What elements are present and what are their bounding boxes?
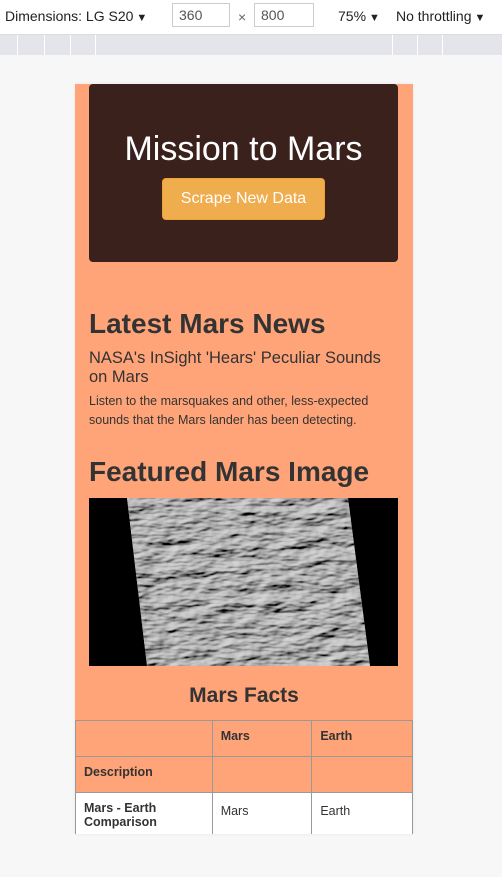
zoom-label: 75% xyxy=(338,8,367,24)
media-query-ruler[interactable] xyxy=(0,35,502,55)
ruler-segment[interactable] xyxy=(95,35,96,55)
table-cell xyxy=(311,756,413,793)
device-viewport: Mission to Mars Scrape New Data Latest M… xyxy=(75,84,413,834)
table-row-header: Description xyxy=(75,756,213,793)
throttle-label: No throttling xyxy=(396,8,472,24)
table-cell: Mars xyxy=(211,792,313,834)
throttle-dropdown[interactable]: No throttling ▼ xyxy=(396,8,485,24)
chevron-down-icon: ▼ xyxy=(136,12,148,24)
table-row: Description xyxy=(75,756,413,793)
ruler-segment[interactable] xyxy=(442,35,443,55)
news-heading: Latest Mars News xyxy=(89,308,326,339)
device-dimensions-label: Dimensions: LG S20 xyxy=(5,8,134,24)
table-row-header: Mars - Earth Comparison xyxy=(75,792,213,834)
device-dimensions-dropdown[interactable]: Dimensions: LG S20 ▼ xyxy=(5,8,147,24)
times-symbol: × xyxy=(238,9,247,25)
devtools-toolbar: Dimensions: LG S20▼ × 75%▼ No throttling… xyxy=(0,0,502,35)
table-cell: Earth xyxy=(311,792,413,834)
chevron-down-icon: ▼ xyxy=(474,12,486,24)
table-header-row: Mars Earth xyxy=(75,720,413,757)
news-title: NASA's InSight 'Hears' Peculiar Sounds o… xyxy=(89,349,381,386)
mars-facts-table: Mars Earth Description Mars - Earth Comp… xyxy=(75,720,413,834)
ruler-segment[interactable] xyxy=(17,35,18,55)
height-input[interactable] xyxy=(254,3,314,27)
jumbotron: Mission to Mars Scrape New Data xyxy=(89,84,398,262)
page-title: Mission to Mars xyxy=(124,130,363,168)
chevron-down-icon: ▼ xyxy=(369,12,380,24)
featured-image-heading: Featured Mars Image xyxy=(89,456,370,487)
ruler-segment[interactable] xyxy=(70,35,71,55)
facts-heading: Mars Facts xyxy=(189,684,299,707)
scrape-new-data-button[interactable]: Scrape New Data xyxy=(162,178,325,220)
featured-mars-image[interactable] xyxy=(89,498,398,666)
zoom-dropdown[interactable]: 75% ▼ xyxy=(338,8,380,24)
ruler-segment[interactable] xyxy=(44,35,45,55)
width-input[interactable] xyxy=(172,3,230,27)
news-paragraph: Listen to the marsquakes and other, less… xyxy=(89,394,369,427)
table-header-cell xyxy=(75,720,213,757)
ruler-segment[interactable] xyxy=(392,35,393,55)
table-header-cell: Mars xyxy=(211,720,313,757)
ruler-segment[interactable] xyxy=(417,35,418,55)
table-row: Mars - Earth Comparison Mars Earth xyxy=(75,792,413,834)
table-header-cell: Earth xyxy=(311,720,413,757)
mars-dunes-image xyxy=(89,498,398,666)
table-cell xyxy=(211,756,313,793)
